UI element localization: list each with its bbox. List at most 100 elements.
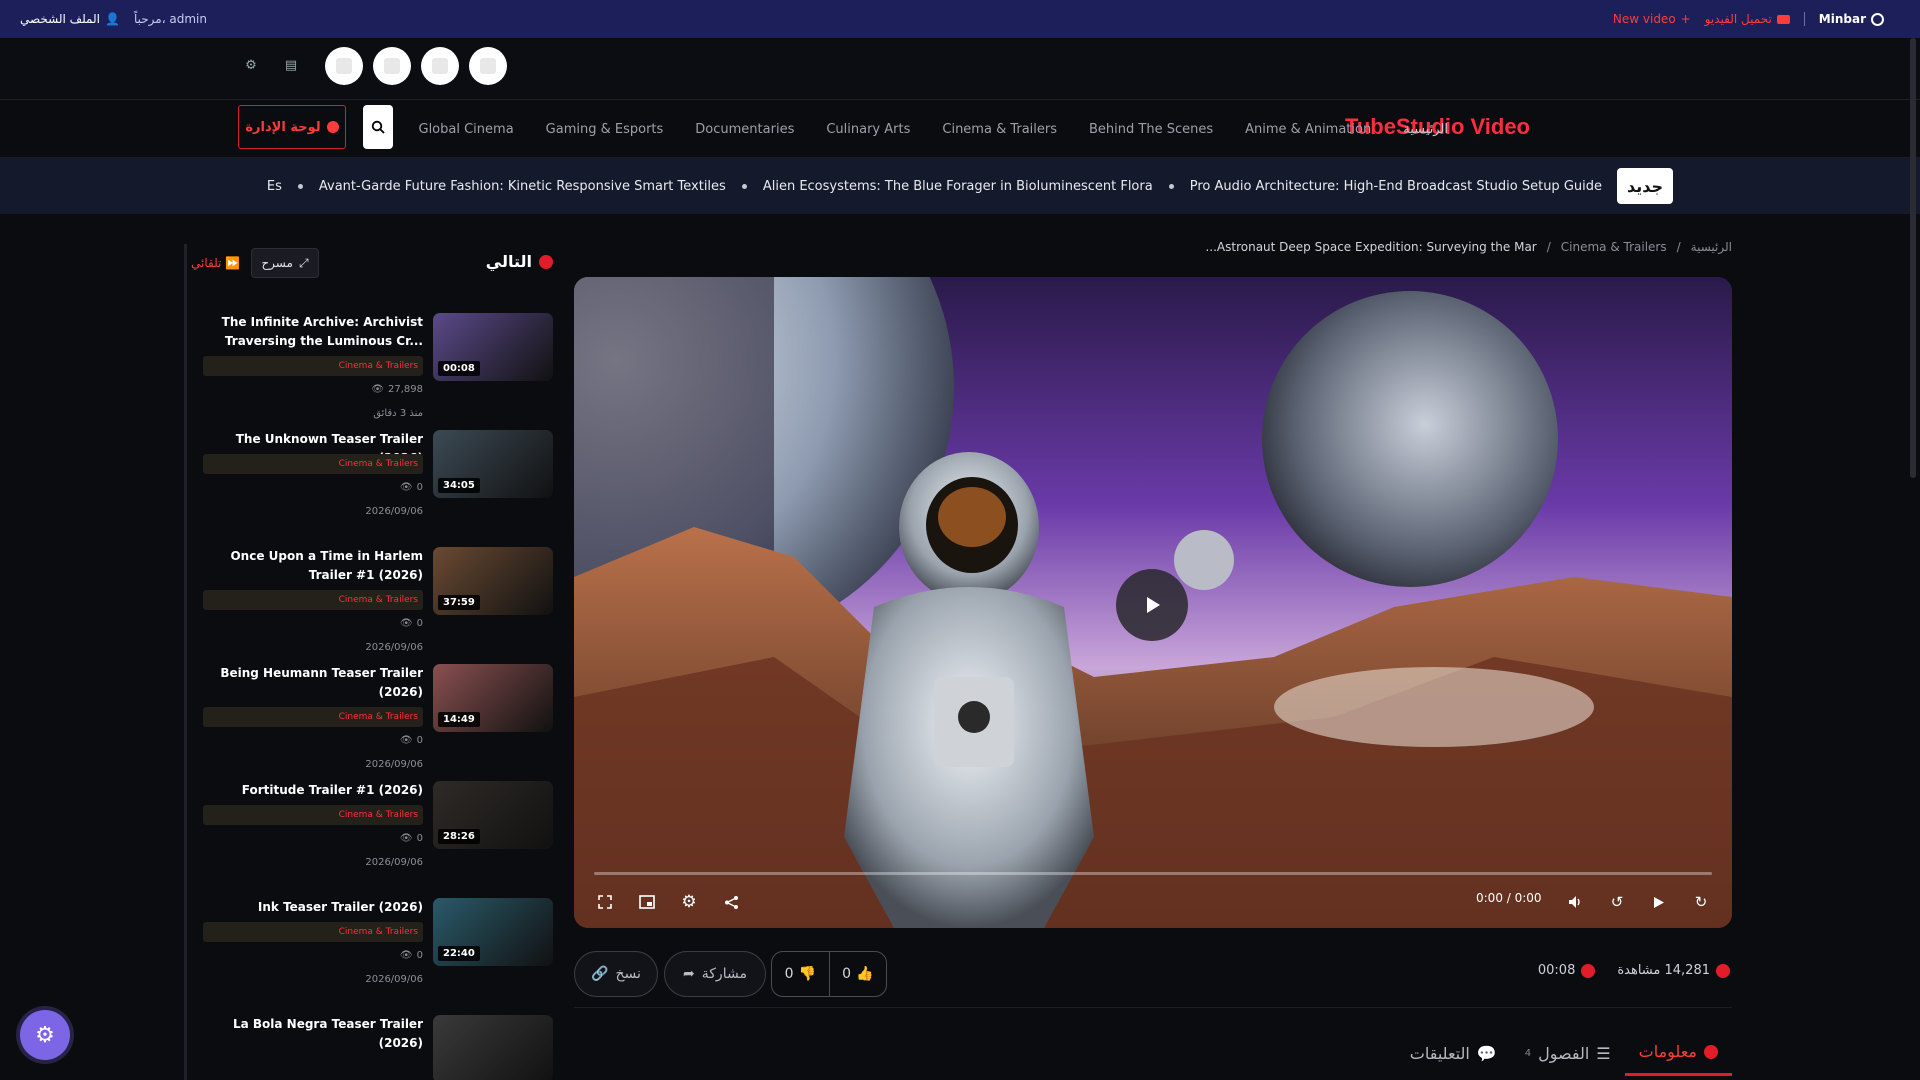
facebook-icon [480,58,496,74]
fast-forward-icon: ⏩ [225,256,241,270]
breadcrumb-current: Astronaut Deep Space Expedition: Surveyi… [1205,240,1537,254]
share-action-button[interactable]: ➦ مشاركة [664,951,766,997]
instagram-button[interactable] [325,47,363,85]
nav-link[interactable]: Global Cinema [419,122,514,137]
fullscreen-icon [598,895,612,909]
video-title[interactable]: Once Upon a Time in Harlem Trailer #1 (2… [203,547,423,585]
video-stats: 14,281 مشاهدة 00:08 [1538,963,1730,978]
video-title[interactable]: The Infinite Archive: Archivist Traversi… [203,313,423,351]
like-button[interactable]: 0 👍 [830,952,887,996]
video-thumbnail[interactable]: 37:59 [433,547,553,615]
breadcrumb: الرئيسية / Cinema & Trailers / Astronaut… [1205,240,1732,254]
ticker-item[interactable]: Avant-Garde Future Fashion: Kinetic Resp… [319,179,726,194]
eye-icon: 👁 [371,384,384,395]
upload-date: منذ 3 دقائق [373,408,423,419]
video-title[interactable]: Ink Teaser Trailer (2026) [203,898,423,917]
theater-mode-button[interactable]: مسرح ⤢ [251,248,319,278]
new-video-link[interactable]: + New video [1613,12,1691,26]
copy-button[interactable]: 🔗 نسخ [574,951,658,997]
video-thumbnail[interactable] [433,1015,553,1080]
tab-comments[interactable]: 💬 التعليقات [1396,1030,1511,1076]
info-tabs: معلومات ☰ الفصول 4 💬 التعليقات [1396,1030,1732,1076]
admin-panel-button[interactable]: لوحة الإدارة [238,105,346,149]
twitter-button[interactable] [421,47,459,85]
video-thumbnail[interactable]: 22:40 [433,898,553,966]
breadcrumb-separator: / [1676,240,1681,254]
rewind-button[interactable]: ↺ [1604,889,1630,915]
youtube-button[interactable] [373,47,411,85]
scrollbar[interactable] [1910,38,1916,478]
related-video-item[interactable]: 22:40 Ink Teaser Trailer (2026) Cinema & T… [199,898,553,1008]
category-badge[interactable]: Cinema & Trailers [203,707,423,727]
related-video-item[interactable]: 00:08 The Infinite Archive: Archivist Tra… [199,313,553,423]
up-next-label: التالي [485,252,532,271]
ticker-item[interactable]: Pro Audio Architecture: High-End Broadca… [1190,179,1602,194]
views-count: 👁 0 [400,618,423,629]
ticker-item[interactable]: Alien Ecosystems: The Blue Forager in Bi… [763,179,1153,194]
related-video-item[interactable]: 34:05The Unknown Teaser Trailer (2026)Ci… [199,430,553,540]
dislike-button[interactable]: 0 👎 [772,952,829,996]
video-title[interactable]: Fortitude Trailer #1 (2026) [203,781,423,800]
divider [574,1007,1732,1008]
related-video-item[interactable]: 14:49 Being Heumann Teaser Trailer (2026)… [199,664,553,774]
video-thumbnail[interactable]: 28:26 [433,781,553,849]
forward-button[interactable]: ↻ [1688,889,1714,915]
category-badge[interactable]: Cinema & Trailers [203,454,423,474]
progress-bar[interactable] [594,872,1712,875]
tab-chapters[interactable]: ☰ الفصول 4 [1511,1030,1625,1076]
breadcrumb-home[interactable]: الرئيسية [1691,240,1732,254]
nav-link[interactable]: Gaming & Esports [546,122,664,137]
facebook-button[interactable] [469,47,507,85]
nav-link[interactable]: Culinary Arts [826,122,910,137]
related-video-item[interactable]: 28:26 Fortitude Trailer #1 (2026) Cinema &… [199,781,553,891]
autoplay-toggle[interactable]: تلقائي ⏩ [191,256,240,270]
play-button[interactable] [1116,569,1188,641]
upload-date: 2026/09/06 [365,642,423,653]
breadcrumb-category[interactable]: Cinema & Trailers [1561,240,1667,254]
dislike-count: 0 [784,966,794,982]
ticker-item[interactable]: Es [267,179,282,194]
fullscreen-button[interactable] [592,889,618,915]
nav-link[interactable]: Behind The Scenes [1089,122,1213,137]
theme-settings-button[interactable]: ⚙ [20,1010,70,1060]
volume-button[interactable] [1562,889,1588,915]
related-video-item[interactable]: 37:59 Once Upon a Time in Harlem Trailer … [199,547,553,657]
related-video-item[interactable]: La Bola Negra Teaser Trailer (2026) [199,1015,553,1080]
video-thumbnail[interactable]: 00:08 [433,313,553,381]
rating-group: 0 👎 0 👍 [771,951,887,997]
brand-link[interactable]: Minbar [1819,12,1884,26]
views-count: 👁 0 [400,735,423,746]
video-title[interactable]: La Bola Negra Teaser Trailer (2026) [203,1015,423,1053]
nav-link[interactable]: الرئيسية [1403,122,1448,137]
id-card-icon[interactable]: ▤ [282,56,300,74]
gear-icon[interactable]: ⚙ [242,56,260,74]
duration-stat: 00:08 [1538,963,1596,978]
search-button[interactable] [363,105,393,149]
category-badge[interactable]: Cinema & Trailers [203,922,423,942]
category-badge[interactable]: Cinema & Trailers [203,356,423,376]
upload-video-link[interactable]: تحميل الفيديو [1705,12,1790,26]
video-title[interactable]: Being Heumann Teaser Trailer (2026) [203,664,423,702]
tab-info[interactable]: معلومات [1624,1030,1732,1076]
picture-in-picture-button[interactable] [634,889,660,915]
upload-video-label: تحميل الفيديو [1704,12,1772,26]
video-thumbnail[interactable]: 14:49 [433,664,553,732]
player-play-button[interactable] [1646,889,1672,915]
welcome-text: مرحباً، admin [133,12,207,26]
category-badge[interactable]: Cinema & Trailers [203,805,423,825]
list-icon: ☰ [1596,1043,1611,1063]
video-player[interactable]: ⚙ 0:00 / 0:00 ↺ ↻ [574,277,1732,928]
theater-label: مسرح [261,256,293,270]
nav-link[interactable]: Cinema & Trailers [942,122,1057,137]
profile-link[interactable]: الملف الشخصي 👤 [20,12,120,26]
category-badge[interactable]: Cinema & Trailers [203,590,423,610]
share-button[interactable] [718,889,744,915]
duration-badge: 34:05 [438,478,480,493]
nav-link[interactable]: Anime & Animation [1245,122,1371,137]
nav-link[interactable]: Documentaries [695,122,794,137]
video-thumbnail[interactable]: 34:05 [433,430,553,498]
ticker-track: Es Avant-Garde Future Fashion: Kinetic Re… [238,158,1602,214]
eye-icon: 👁 [399,482,413,493]
twitter-icon [432,58,448,74]
settings-button[interactable]: ⚙ [676,889,702,915]
